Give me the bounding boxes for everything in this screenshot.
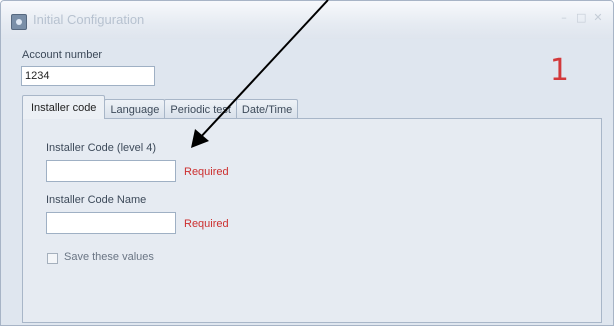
arrow-line bbox=[197, 0, 329, 141]
annotation-arrow bbox=[191, 0, 329, 148]
tab-installer-code[interactable]: Installer code bbox=[22, 95, 106, 119]
